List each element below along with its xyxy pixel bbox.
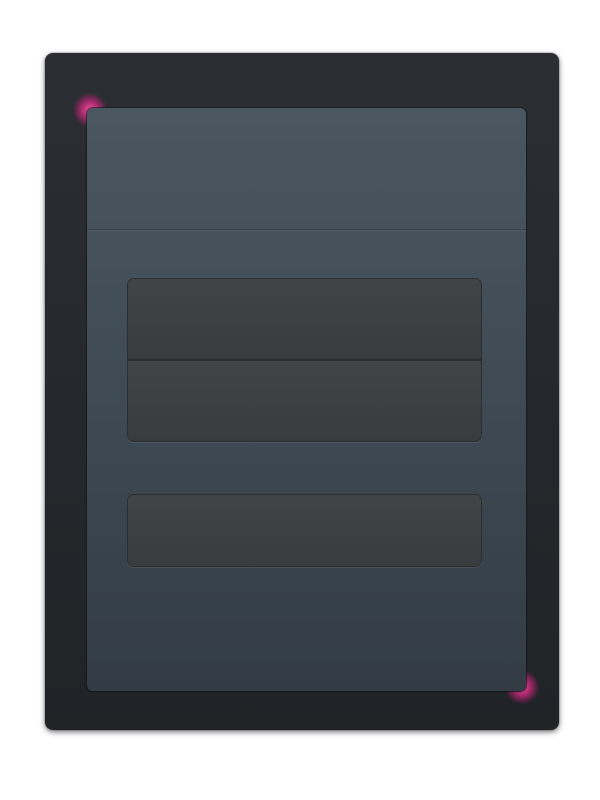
text-field-one-input[interactable] <box>142 310 467 328</box>
text-field-one[interactable] <box>128 279 481 361</box>
main-panel <box>87 108 526 691</box>
field-group-secondary <box>127 494 482 567</box>
device-frame <box>45 53 559 730</box>
text-field-three[interactable] <box>128 495 481 566</box>
field-group-primary <box>127 278 482 442</box>
text-field-two[interactable] <box>128 361 481 440</box>
text-field-three-input[interactable] <box>142 521 467 540</box>
panel-header <box>87 108 526 230</box>
text-field-two-input[interactable] <box>142 391 467 410</box>
